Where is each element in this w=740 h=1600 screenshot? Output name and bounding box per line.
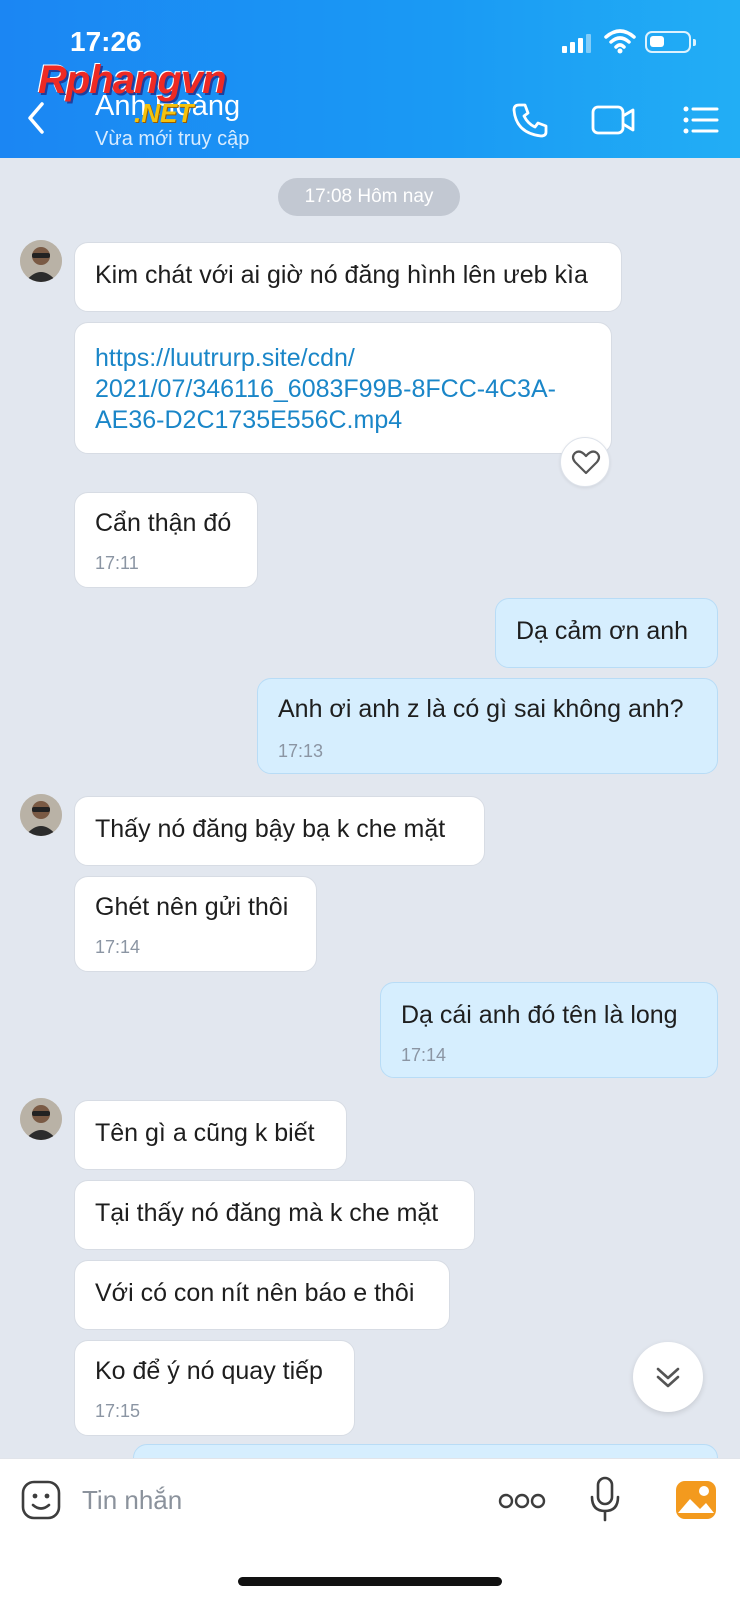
- message-bubble-outgoing[interactable]: Dạ cảm ơn anh: [495, 598, 718, 668]
- chat-header: 17:26 Anh Hoàng Vừa mới truy cập Rphangv…: [0, 0, 740, 158]
- battery-icon: [645, 31, 696, 53]
- message-text: Ghét nên gửi thôi: [95, 893, 289, 921]
- date-separator: 17:08 Hôm nay: [278, 178, 460, 216]
- menu-list-icon[interactable]: [682, 100, 720, 140]
- cell-signal-icon: [562, 33, 592, 53]
- scroll-to-bottom-button[interactable]: [633, 1342, 703, 1412]
- watermark-subtext: .NET: [134, 98, 194, 128]
- message-bubble-incoming[interactable]: Với có con nít nên báo e thôi: [74, 1260, 450, 1330]
- double-chevron-down-icon: [656, 1367, 680, 1388]
- react-heart-button[interactable]: [560, 437, 610, 487]
- back-arrow-icon[interactable]: [22, 98, 52, 138]
- message-time: 17:14: [401, 1045, 447, 1065]
- status-time: 17:26: [70, 26, 142, 57]
- message-text: Ko để ý nó quay tiếp: [95, 1357, 323, 1385]
- message-bubble-incoming[interactable]: Thấy nó đăng bậy bạ k che mặt: [74, 796, 485, 866]
- avatar[interactable]: [20, 794, 62, 836]
- avatar[interactable]: [20, 1098, 62, 1140]
- message-text: Tên gì a cũng k biết: [95, 1119, 315, 1147]
- message-text: Thấy nó đăng bậy bạ k che mặt: [95, 815, 446, 843]
- video-call-icon[interactable]: [590, 100, 636, 140]
- message-input-bar: Tin nhắn: [0, 1458, 740, 1600]
- message-bubble-incoming[interactable]: Cẩn thận đó 17:11: [74, 492, 258, 588]
- home-indicator: [238, 1577, 502, 1586]
- message-time: 17:14: [95, 937, 141, 957]
- message-bubble-incoming[interactable]: Tại thấy nó đăng mà k che mặt: [74, 1180, 475, 1250]
- message-link[interactable]: https://luutrurp.site/cdn/ 2021/07/34611…: [95, 343, 595, 436]
- message-bubble-incoming[interactable]: Ko để ý nó quay tiếp 17:15: [74, 1340, 355, 1436]
- message-bubble-incoming[interactable]: Kim chát với ai giờ nó đăng hình lên ưeb…: [74, 242, 622, 312]
- microphone-icon[interactable]: [588, 1475, 622, 1523]
- message-text: Kim chát với ai giờ nó đăng hình lên ưeb…: [95, 261, 588, 289]
- image-icon[interactable]: [674, 1479, 718, 1521]
- message-text: Cẩn thận đó: [95, 509, 232, 537]
- message-bubble-incoming[interactable]: Tên gì a cũng k biết: [74, 1100, 347, 1170]
- message-text: Anh ơi anh z là có gì sai không anh?: [278, 695, 684, 723]
- contact-status: Vừa mới truy cập: [95, 128, 250, 150]
- wifi-icon: [604, 29, 636, 54]
- watermark-logo: Rphangvn .NET: [38, 58, 227, 128]
- phone-icon[interactable]: [510, 100, 550, 140]
- heart-icon: [571, 450, 601, 475]
- message-text: Tại thấy nó đăng mà k che mặt: [95, 1199, 439, 1227]
- message-text: Dạ cảm ơn anh: [516, 617, 689, 645]
- message-time: 17:13: [278, 741, 324, 761]
- message-bubble-incoming[interactable]: Ghét nên gửi thôi 17:14: [74, 876, 317, 972]
- message-link-bubble[interactable]: https://luutrurp.site/cdn/ 2021/07/34611…: [74, 322, 612, 454]
- message-text: Với có con nít nên báo e thôi: [95, 1279, 415, 1307]
- message-time: 17:11: [95, 553, 139, 573]
- avatar[interactable]: [20, 240, 62, 282]
- message-time: 17:15: [95, 1401, 141, 1421]
- sticker-icon[interactable]: [20, 1479, 62, 1521]
- watermark-text: Rphangvn: [38, 58, 227, 102]
- message-bubble-outgoing[interactable]: Dạ cái anh đó tên là long 17:14: [380, 982, 718, 1078]
- message-text: Dạ cái anh đó tên là long: [401, 1001, 678, 1029]
- more-options-icon[interactable]: [498, 1491, 546, 1511]
- message-bubble-outgoing[interactable]: Anh ơi anh z là có gì sai không anh? 17:…: [257, 678, 718, 774]
- message-input[interactable]: Tin nhắn: [82, 1485, 182, 1516]
